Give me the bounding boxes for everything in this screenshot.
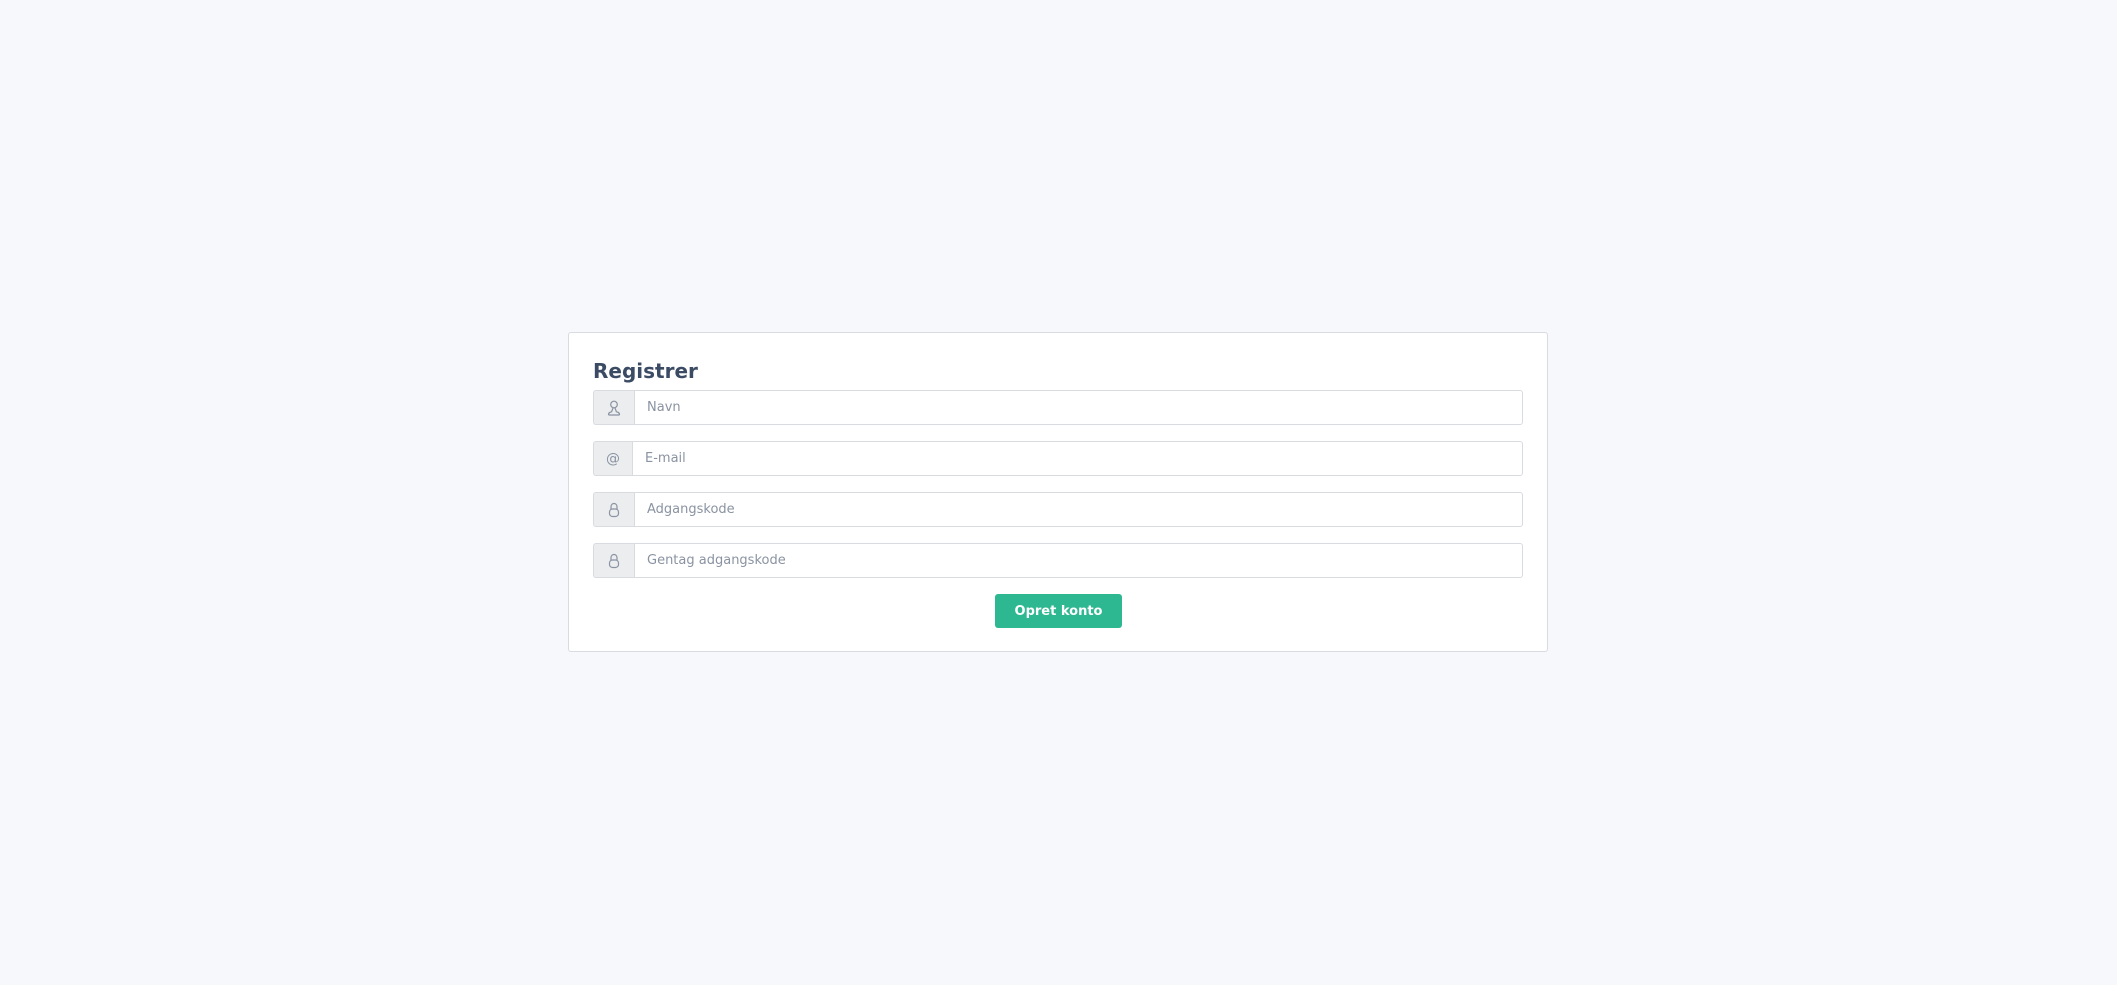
repeat-password-input-group [593, 543, 1523, 578]
at-icon: @ [593, 441, 632, 476]
user-icon [593, 390, 634, 425]
create-account-button[interactable]: Opret konto [995, 594, 1122, 628]
name-input-group [593, 390, 1523, 425]
lock-icon [593, 543, 634, 578]
lock-icon [593, 492, 634, 527]
email-field[interactable] [632, 441, 1523, 476]
name-field[interactable] [634, 390, 1523, 425]
repeat-password-field[interactable] [634, 543, 1523, 578]
password-field[interactable] [634, 492, 1523, 527]
password-input-group [593, 492, 1523, 527]
page-title: Registrer [593, 359, 698, 383]
email-input-group: @ [593, 441, 1523, 476]
register-card: Registrer @ [568, 332, 1548, 652]
